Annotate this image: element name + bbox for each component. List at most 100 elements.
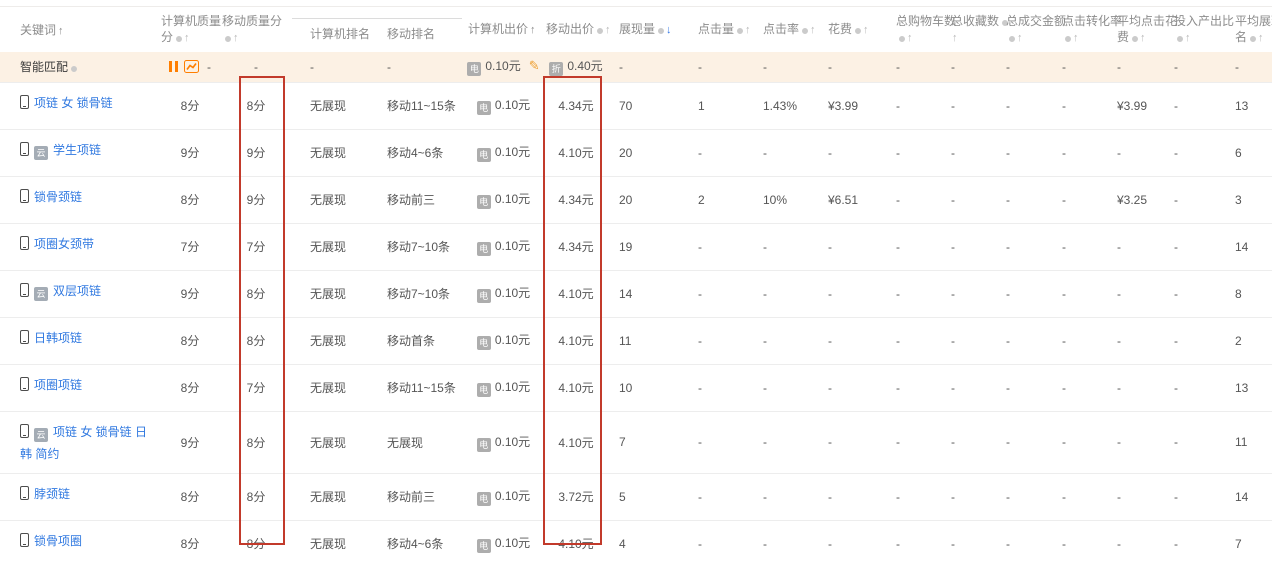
cell-conversion-rate: - bbox=[1048, 364, 1103, 411]
help-icon[interactable] bbox=[1132, 36, 1138, 42]
col-header-mobile-bid[interactable]: 移动出价↑ bbox=[545, 6, 607, 52]
cell-keyword: 云项链 女 锁骨链 日韩 简约 bbox=[0, 411, 160, 473]
sort-up-icon[interactable]: ↑ bbox=[605, 24, 611, 36]
sort-up-icon[interactable]: ↑ bbox=[907, 32, 913, 44]
cell-mobile-quality: 8分 bbox=[220, 82, 292, 129]
cell-keyword: 项圈女颈带 bbox=[0, 223, 160, 270]
help-icon[interactable] bbox=[802, 28, 808, 34]
sort-up-icon[interactable]: ↑ bbox=[530, 24, 536, 36]
help-icon[interactable] bbox=[176, 36, 182, 42]
help-icon[interactable] bbox=[737, 28, 743, 34]
cell-impressions: 5 bbox=[607, 473, 680, 520]
mobile-phone-icon bbox=[20, 283, 29, 297]
keyword-link[interactable]: 日韩项链 bbox=[34, 331, 82, 345]
sort-up-icon[interactable]: ↑ bbox=[810, 24, 816, 36]
cell-pc-quality: 9分 bbox=[160, 270, 220, 317]
keyword-link[interactable]: 锁骨项圈 bbox=[34, 534, 82, 548]
pc-bid-badge-icon: 电 bbox=[467, 62, 481, 76]
cell-mobile-quality: 8分 bbox=[220, 473, 292, 520]
cell-roi: - bbox=[1160, 364, 1215, 411]
cell-conversion-rate: - bbox=[1048, 317, 1103, 364]
cell-mobile-rank: - bbox=[370, 52, 462, 82]
table-row: 项圈女颈带7分7分无展现移动7~10条电0.10元4.34元19--------… bbox=[0, 223, 1272, 270]
trend-chart-icon[interactable] bbox=[184, 60, 199, 73]
cell-pc-quality: 8分 bbox=[160, 82, 220, 129]
col-header-mobile-quality[interactable]: 移动质量分↑ bbox=[220, 6, 292, 52]
help-icon[interactable] bbox=[225, 36, 231, 42]
cell-gmv-total: - bbox=[990, 520, 1048, 564]
help-icon[interactable] bbox=[899, 36, 905, 42]
table-row: 日韩项链8分8分无展现移动首条电0.10元4.10元11---------2 bbox=[0, 317, 1272, 364]
help-icon[interactable] bbox=[71, 66, 77, 72]
cell-avg-click-cost: - bbox=[1103, 52, 1160, 82]
cell-cart-total: - bbox=[878, 520, 935, 564]
help-icon[interactable] bbox=[855, 28, 861, 34]
cell-clicks: - bbox=[680, 520, 745, 564]
col-header-pc-quality[interactable]: 计算机质量分↑ bbox=[160, 6, 220, 52]
cell-conversion-rate: - bbox=[1048, 223, 1103, 270]
help-icon[interactable] bbox=[1009, 36, 1015, 42]
cell-mobile-quality: 8分 bbox=[220, 317, 292, 364]
cell-ctr: - bbox=[745, 520, 810, 564]
pause-button-icon[interactable] bbox=[169, 61, 178, 72]
keyword-link[interactable]: 项圈项链 bbox=[34, 378, 82, 392]
sort-up-icon[interactable]: ↑ bbox=[184, 32, 190, 44]
pc-bid-value: 0.10元 bbox=[495, 435, 530, 449]
col-header-pc-bid[interactable]: 计算机出价↑ bbox=[462, 6, 545, 52]
cell-ctr: 10% bbox=[745, 176, 810, 223]
sort-up-icon[interactable]: ↑ bbox=[1017, 32, 1023, 44]
cell-mobile-bid: 4.10元 bbox=[545, 411, 607, 473]
keyword-report-table: 关键词↑ 计算机质量分↑ 移动质量分↑ 计算机排名 移动排名 计算机出价↑ 移动… bbox=[0, 0, 1272, 564]
cell-cost: - bbox=[810, 52, 878, 82]
sort-up-icon[interactable]: ↑ bbox=[1185, 32, 1191, 44]
cell-clicks: 2 bbox=[680, 176, 745, 223]
keyword-link[interactable]: 项链 女 锁骨链 bbox=[34, 96, 113, 110]
help-icon[interactable] bbox=[1177, 36, 1183, 42]
help-icon[interactable] bbox=[1065, 36, 1071, 42]
sort-down-icon[interactable]: ↓ bbox=[666, 24, 672, 36]
dash-value: - bbox=[207, 60, 211, 74]
table-row: 锁骨项圈8分8分无展现移动4~6条电0.10元4.10元4---------7 bbox=[0, 520, 1272, 564]
col-label: 点击量 bbox=[698, 22, 734, 36]
keyword-link[interactable]: 学生项链 bbox=[53, 143, 101, 157]
cell-pc-rank: 无展现 bbox=[292, 82, 370, 129]
cell-pc-bid: 电0.10元 bbox=[462, 223, 545, 270]
cell-avg-click-cost: ¥3.99 bbox=[1103, 82, 1160, 129]
cell-favorites-total: - bbox=[935, 270, 990, 317]
col-header-cost[interactable]: 花费↑ bbox=[810, 6, 878, 52]
table-body: 智能匹配----电0.10元✎折0.40元-----------项链 女 锁骨链… bbox=[0, 52, 1272, 564]
cell-pc-rank: 无展现 bbox=[292, 270, 370, 317]
sort-up-icon[interactable]: ↑ bbox=[952, 32, 958, 44]
keyword-link[interactable]: 锁骨颈链 bbox=[34, 190, 82, 204]
table-row: 项圈项链8分7分无展现移动11~15条电0.10元4.10元10--------… bbox=[0, 364, 1272, 411]
sort-up-icon[interactable]: ↑ bbox=[1258, 32, 1264, 44]
help-icon[interactable] bbox=[597, 28, 603, 34]
sort-up-icon[interactable]: ↑ bbox=[1073, 32, 1079, 44]
help-icon[interactable] bbox=[1250, 36, 1256, 42]
cell-avg-rank: 2 bbox=[1215, 317, 1272, 364]
keyword-link[interactable]: 项圈女颈带 bbox=[34, 237, 94, 251]
cell-avg-click-cost: - bbox=[1103, 129, 1160, 176]
sort-up-icon[interactable]: ↑ bbox=[745, 24, 751, 36]
col-header-impressions[interactable]: 展现量↓ bbox=[607, 6, 680, 52]
keyword-link[interactable]: 双层项链 bbox=[53, 284, 101, 298]
pc-bid-value: 0.10元 bbox=[495, 333, 530, 347]
cell-cart-total: - bbox=[878, 473, 935, 520]
cell-mobile-rank: 移动4~6条 bbox=[370, 520, 462, 564]
help-icon[interactable] bbox=[658, 28, 664, 34]
cell-favorites-total: - bbox=[935, 364, 990, 411]
col-header-keyword[interactable]: 关键词↑ bbox=[0, 6, 160, 52]
col-header-cart-total[interactable]: 总购物车数↑ bbox=[878, 6, 935, 52]
cell-keyword: 脖颈链 bbox=[0, 473, 160, 520]
sort-up-icon[interactable]: ↑ bbox=[863, 24, 869, 36]
col-header-ctr[interactable]: 点击率↑ bbox=[745, 6, 810, 52]
sort-up-icon[interactable]: ↑ bbox=[233, 32, 239, 44]
edit-bid-icon[interactable]: ✎ bbox=[529, 58, 540, 73]
sort-up-icon[interactable]: ↑ bbox=[1140, 32, 1146, 44]
smart-match-row: 智能匹配----电0.10元✎折0.40元----------- bbox=[0, 52, 1272, 82]
keyword-link[interactable]: 脖颈链 bbox=[34, 487, 70, 501]
cell-mobile-rank: 移动7~10条 bbox=[370, 270, 462, 317]
col-header-clicks[interactable]: 点击量↑ bbox=[680, 6, 745, 52]
cell-mobile-bid: 4.10元 bbox=[545, 317, 607, 364]
sort-up-icon[interactable]: ↑ bbox=[58, 25, 64, 37]
